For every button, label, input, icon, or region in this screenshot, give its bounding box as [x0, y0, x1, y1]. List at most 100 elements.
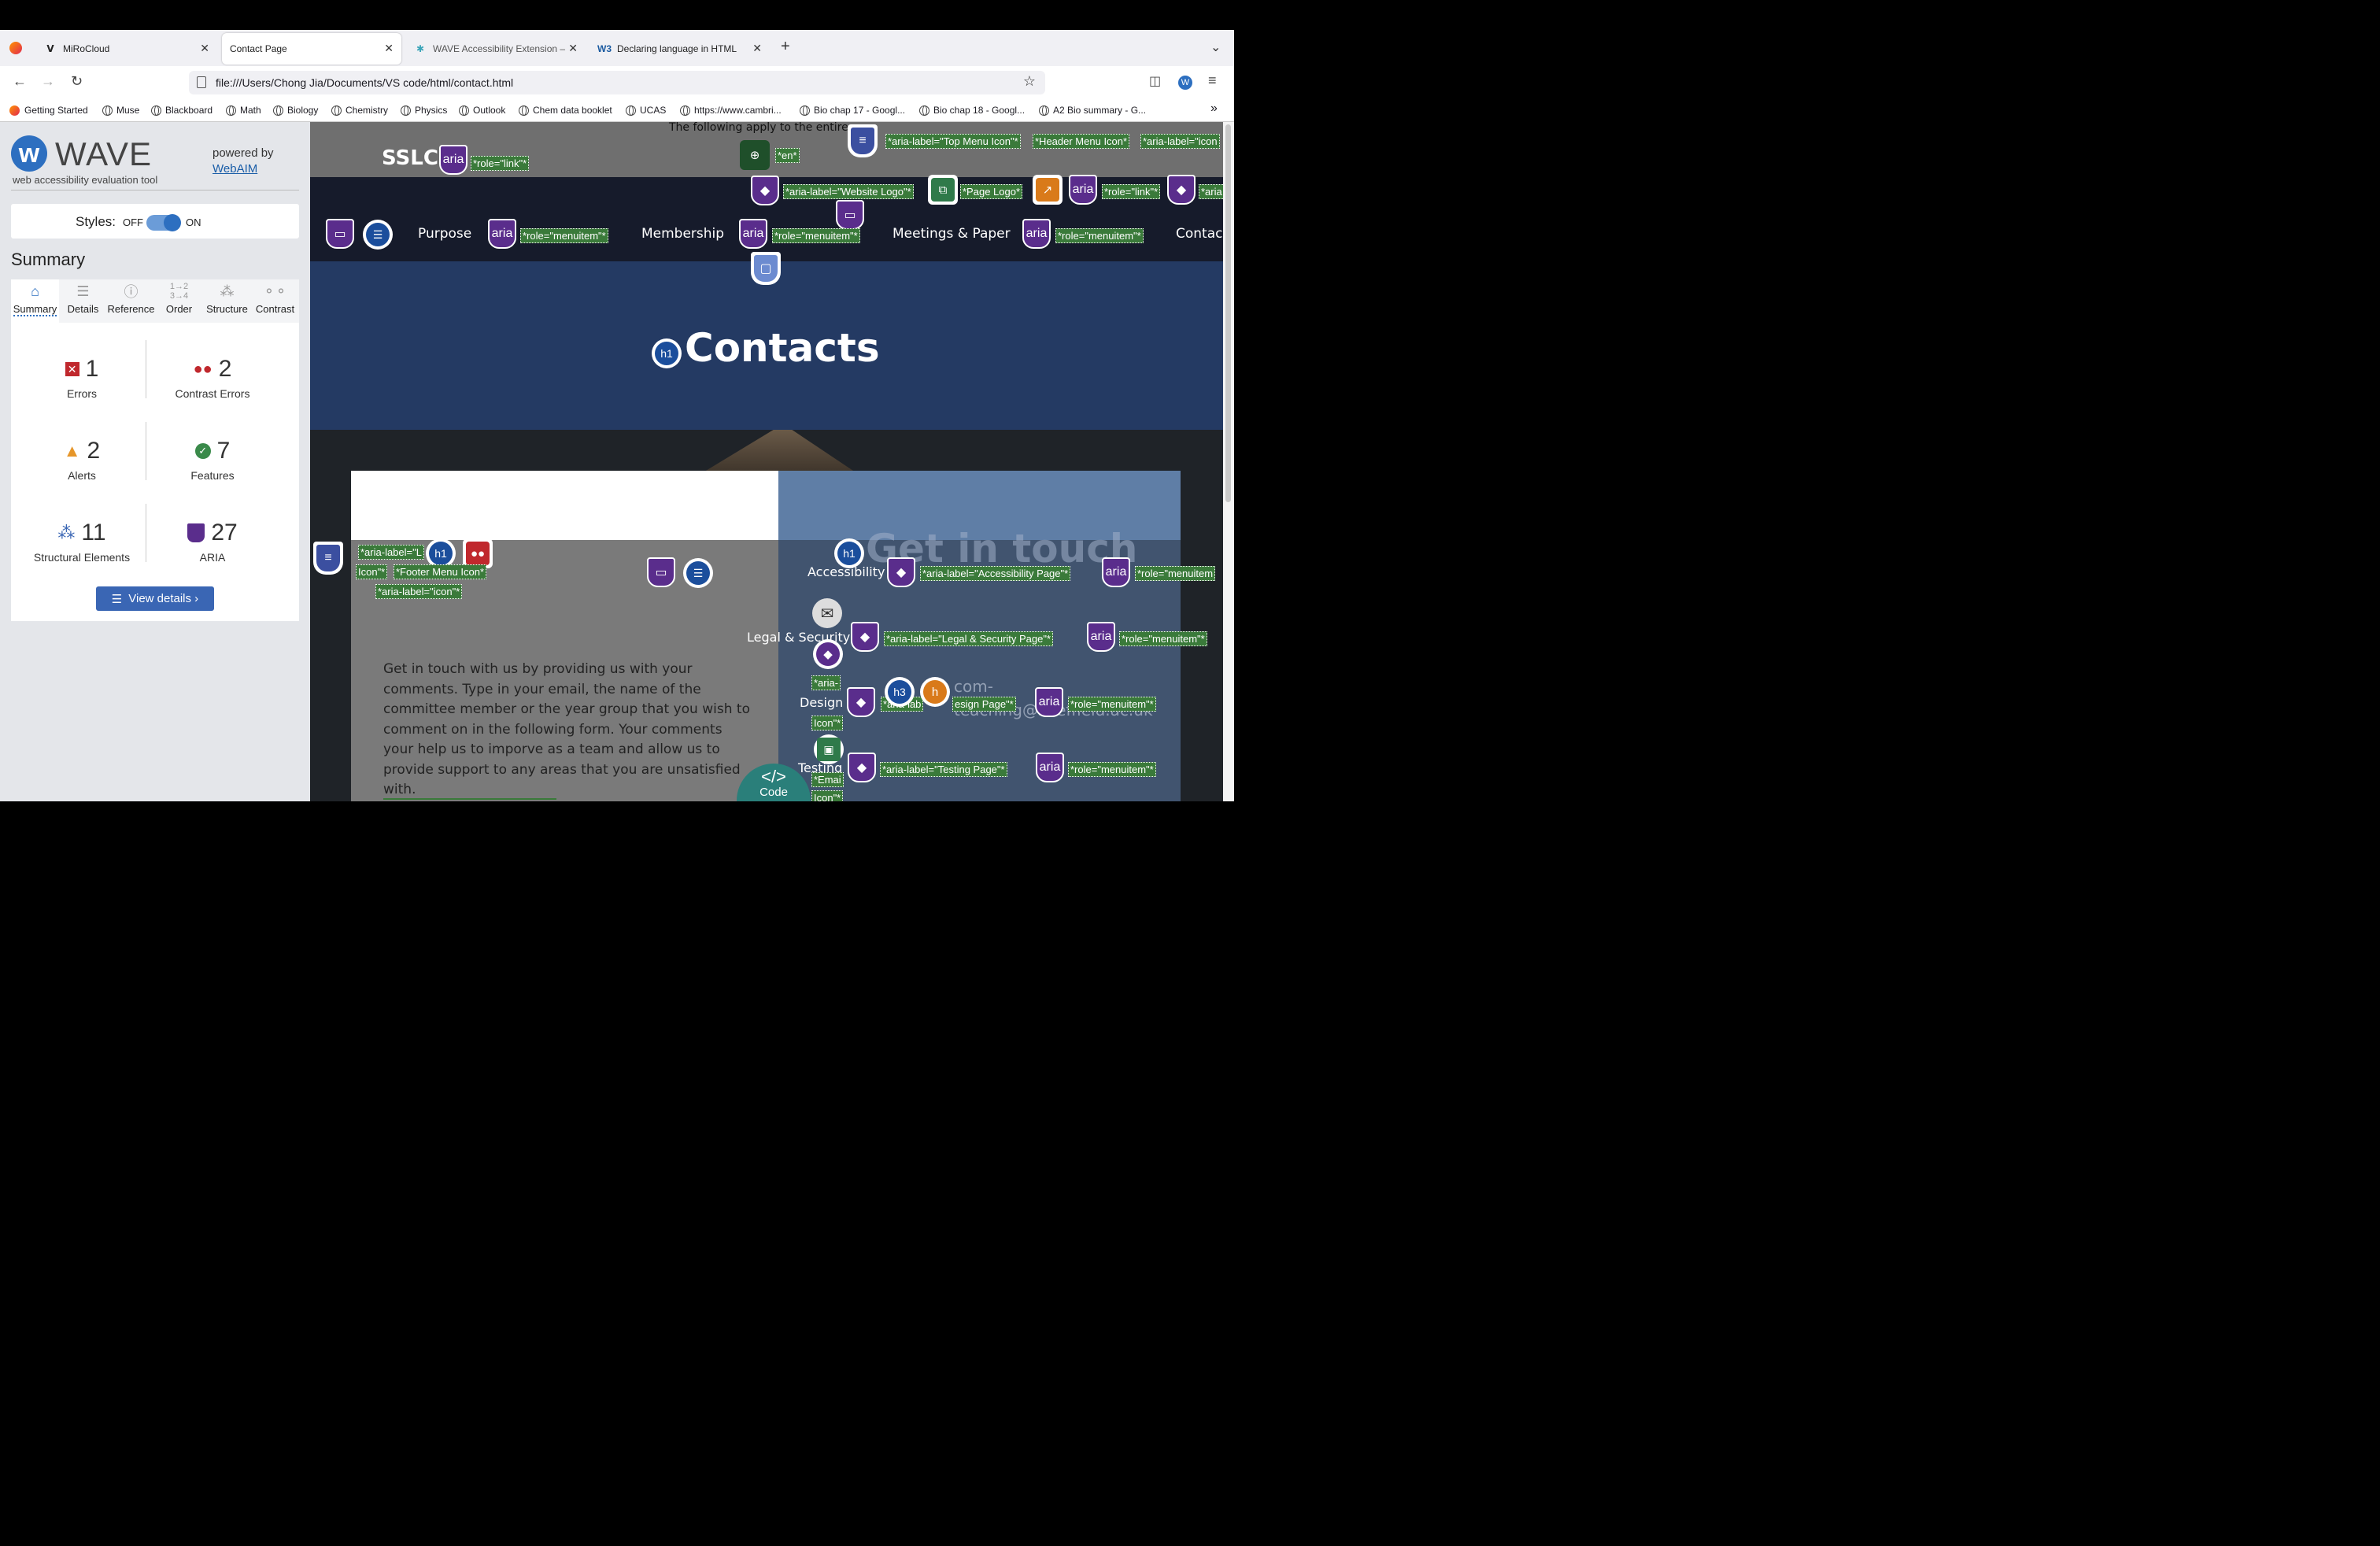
image-icon[interactable]: ▣	[814, 734, 844, 764]
bookmark-blackboard[interactable]: Blackboard	[151, 105, 213, 116]
aria-trunc-label: *aria	[1199, 184, 1225, 199]
aria-tag-icon[interactable]: ◆	[887, 557, 915, 587]
alerts-stat[interactable]: ▲ 2 Alerts	[19, 438, 145, 482]
tab-contrast[interactable]: ⚬⚬ Contrast	[251, 279, 299, 323]
bookmark-ucas[interactable]: UCAS	[626, 105, 666, 116]
webaim-link[interactable]: WebAIM	[213, 162, 257, 176]
bookmark-star-icon[interactable]: ☆	[1023, 73, 1036, 90]
aria-icon[interactable]: aria	[1036, 753, 1064, 782]
nav-purpose[interactable]: Purpose	[418, 226, 471, 242]
aria-icon[interactable]: aria	[488, 219, 516, 249]
bookmark-getting-started[interactable]: Getting Started	[9, 105, 88, 116]
redundant-link-alert-icon[interactable]: ↗	[1033, 175, 1062, 205]
list-icon[interactable]: ☰	[363, 220, 393, 250]
bookmark-chem-data[interactable]: Chem data booklet	[519, 105, 612, 116]
link-design[interactable]: Design	[800, 695, 843, 710]
linked-image-icon[interactable]: ⧉	[928, 175, 958, 205]
errors-stat[interactable]: ✕ 1 Errors	[19, 356, 145, 400]
possible-heading-alert-icon[interactable]: h	[920, 677, 950, 707]
more-bookmarks-icon[interactable]: »	[1210, 102, 1218, 116]
code-toggle-button[interactable]: </> Code	[737, 764, 811, 801]
firefox-icon[interactable]	[9, 42, 22, 54]
bookmark-outlook[interactable]: Outlook	[459, 105, 505, 116]
tab-declaring-language[interactable]: W3 Declaring language in HTML ✕	[590, 33, 770, 65]
forward-icon[interactable]: →	[41, 73, 55, 90]
close-tab-icon[interactable]: ✕	[752, 42, 762, 55]
close-tab-icon[interactable]: ✕	[384, 42, 394, 55]
testing-page-label: *aria-label="Testing Page"*	[880, 762, 1007, 777]
pocket-icon[interactable]: ◫	[1149, 73, 1161, 89]
aria-stat[interactable]: 27 ARIA	[150, 520, 275, 564]
nav-meetings[interactable]: Meetings & Paper	[893, 226, 1011, 242]
structure-list-icon[interactable]: ≡	[313, 542, 343, 575]
features-stat[interactable]: ✓ 7 Features	[150, 438, 275, 482]
bookmark-biology[interactable]: Biology	[273, 105, 318, 116]
aria-tag-icon[interactable]: ◆	[848, 753, 876, 782]
aria-menu-icon[interactable]: ▭	[647, 557, 675, 587]
heading-h3-icon[interactable]: h3	[885, 677, 915, 707]
list-icon[interactable]: ☰	[683, 558, 713, 588]
reload-icon[interactable]: ↻	[71, 73, 83, 90]
scrollbar-thumb[interactable]	[1225, 124, 1231, 502]
nav-contact[interactable]: Contac	[1176, 226, 1222, 242]
structural-stat[interactable]: ⁂ 11 Structural Elements	[19, 520, 145, 564]
bookmark-chemistry[interactable]: Chemistry	[331, 105, 388, 116]
wave-extension-icon[interactable]: W	[1178, 76, 1192, 90]
heading-h1-icon[interactable]: h1	[834, 538, 864, 568]
tab-order[interactable]: 1→2 3→4 Order	[155, 279, 203, 323]
tab-details[interactable]: ☰ Details	[59, 279, 107, 323]
aria-icon[interactable]: aria	[1035, 687, 1063, 717]
aria-menu-icon[interactable]: ▭	[836, 200, 864, 230]
tab-contact-page[interactable]: Contact Page ✕	[222, 33, 401, 65]
structure-list-icon[interactable]: ≡	[848, 124, 878, 157]
email-icon[interactable]: ✉	[812, 598, 842, 628]
tab-label: MiRoCloud	[63, 43, 110, 54]
aria-tag-icon[interactable]: ◆	[1167, 175, 1196, 205]
tab-mirocloud[interactable]: ⴸ MiRoCloud ✕	[36, 33, 217, 65]
tab-structure[interactable]: ⁂ Structure	[203, 279, 251, 323]
view-details-button[interactable]: ☰ View details ›	[96, 586, 214, 611]
menu-icon[interactable]: ≡	[1208, 72, 1217, 89]
aria-tag-icon[interactable]: ◆	[751, 176, 779, 205]
aria-icon[interactable]: aria	[439, 145, 468, 175]
bookmark-cambridge[interactable]: https://www.cambri...	[680, 105, 782, 116]
aria-tag-icon[interactable]: ◆	[847, 687, 875, 717]
bookmark-a2-bio[interactable]: A2 Bio summary - G...	[1039, 105, 1146, 116]
aria-menu-icon[interactable]: ▭	[326, 219, 354, 249]
bookmark-math[interactable]: Math	[226, 105, 261, 116]
tab-summary[interactable]: ⌂ Summary	[11, 279, 59, 323]
language-icon[interactable]: ⊕	[740, 140, 770, 170]
new-tab-icon[interactable]: +	[781, 38, 790, 56]
email-label-1: *Emai	[811, 772, 844, 787]
aria-tag-icon[interactable]: ◆	[851, 622, 879, 652]
tab-wave-extension[interactable]: ✱ WAVE Accessibility Extension – ✕	[406, 33, 586, 65]
back-icon[interactable]: ←	[13, 73, 27, 90]
styles-toggle-knob[interactable]	[164, 214, 181, 231]
tab-reference[interactable]: ⓘ Reference	[107, 279, 155, 323]
bookmark-muse[interactable]: Muse	[102, 105, 139, 116]
close-tab-icon[interactable]: ✕	[200, 42, 209, 55]
aria-icon[interactable]: aria	[1102, 557, 1130, 587]
site-logo[interactable]: SSLC	[382, 146, 438, 170]
tab-list-chevron-icon[interactable]: ⌄	[1210, 39, 1221, 55]
heading-h1-icon[interactable]: h1	[652, 338, 682, 368]
aria-count: 27	[211, 520, 238, 546]
aria-icon[interactable]: aria	[1022, 219, 1051, 249]
form-input-edge[interactable]	[383, 798, 556, 801]
code-label: Code	[759, 786, 788, 799]
bookmark-bio-18[interactable]: Bio chap 18 - Googl...	[919, 105, 1025, 116]
nav-membership[interactable]: Membership	[641, 226, 724, 242]
contrast-errors-stat[interactable]: ●● 2 Contrast Errors	[150, 356, 275, 400]
aria-tag-icon[interactable]: ◆	[813, 639, 843, 669]
bookmark-physics[interactable]: Physics	[401, 105, 447, 116]
address-bar[interactable]: file:///Users/Chong Jia/Documents/VS cod…	[189, 71, 1045, 94]
close-tab-icon[interactable]: ✕	[568, 42, 578, 55]
structural-label: Structural Elements	[33, 551, 131, 564]
puzzle-icon: ✱	[416, 43, 425, 54]
aria-icon[interactable]: aria	[739, 219, 767, 249]
aria-icon[interactable]: aria	[1087, 622, 1115, 652]
structure-icon[interactable]: ▢	[751, 252, 781, 285]
bookmark-bio-17[interactable]: Bio chap 17 - Googl...	[800, 105, 905, 116]
form-top-panel	[351, 471, 778, 540]
aria-icon[interactable]: aria	[1069, 175, 1097, 205]
